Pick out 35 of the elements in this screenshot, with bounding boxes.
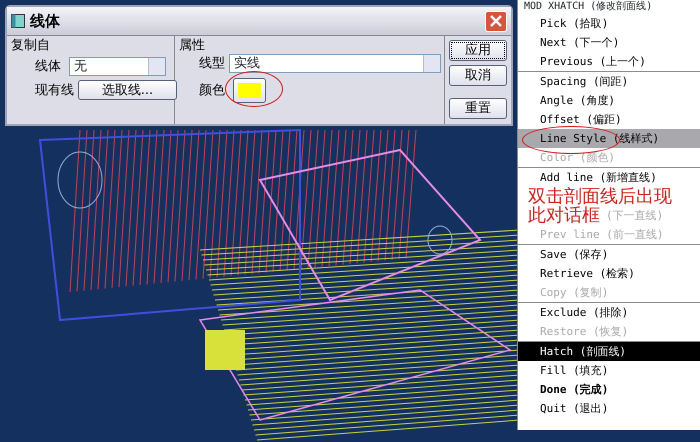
select-line-button[interactable]: 选取线... bbox=[78, 80, 177, 100]
menu-item[interactable]: Add line (新增直线) bbox=[518, 168, 700, 187]
menu-item[interactable]: Retrieve (检索) bbox=[518, 264, 700, 283]
menu-title: MOD XHATCH (修改剖面线) bbox=[524, 1, 652, 12]
menu-item[interactable]: Save (保存) bbox=[518, 245, 700, 264]
field-label: 线型 bbox=[199, 56, 225, 71]
menu-item[interactable]: Fill (填充) bbox=[518, 361, 700, 380]
dialog-button[interactable]: 取消 bbox=[449, 65, 507, 86]
line-type-dropdown[interactable]: 实线 bbox=[229, 54, 441, 73]
annotation-text: 此对话框 bbox=[528, 206, 600, 225]
menu-item[interactable]: Offset (偏距) bbox=[518, 110, 700, 129]
menu-item[interactable]: Spacing (间距) bbox=[518, 72, 700, 91]
menu-item[interactable]: Angle (角度) bbox=[518, 91, 700, 110]
menu-item[interactable]: Next (下一个) bbox=[518, 33, 700, 52]
menu-item[interactable]: Previous (上一个) bbox=[518, 52, 700, 71]
field-label: 线体 bbox=[35, 59, 61, 74]
close-icon bbox=[489, 14, 503, 28]
menu-item[interactable]: Exclude (排除) bbox=[518, 303, 700, 322]
dialog-button[interactable]: 应用 bbox=[449, 40, 507, 61]
window-icon bbox=[11, 14, 25, 28]
menu-item[interactable]: Pick (拾取) bbox=[518, 14, 700, 33]
window-title: 线体 bbox=[30, 10, 60, 32]
color-button[interactable] bbox=[233, 78, 266, 103]
section-heading: 属性 bbox=[179, 38, 206, 53]
field-label: 现有线 bbox=[35, 82, 74, 98]
menu-item[interactable]: Done (完成) bbox=[518, 380, 700, 399]
annotation-text: 双击剖面线后出现 bbox=[528, 187, 672, 206]
line-font-dropdown[interactable]: 无 bbox=[69, 57, 166, 76]
highlight-ellipse bbox=[225, 71, 283, 107]
field-label: 颜色 bbox=[199, 83, 225, 98]
close-button[interactable] bbox=[485, 10, 507, 32]
dialog-button[interactable]: 重置 bbox=[449, 98, 507, 119]
menu-item[interactable]: Hatch (剖面线) bbox=[518, 342, 700, 361]
menu-item[interactable]: Quit (退出) bbox=[518, 399, 700, 418]
section-heading: 复制自 bbox=[11, 38, 51, 53]
